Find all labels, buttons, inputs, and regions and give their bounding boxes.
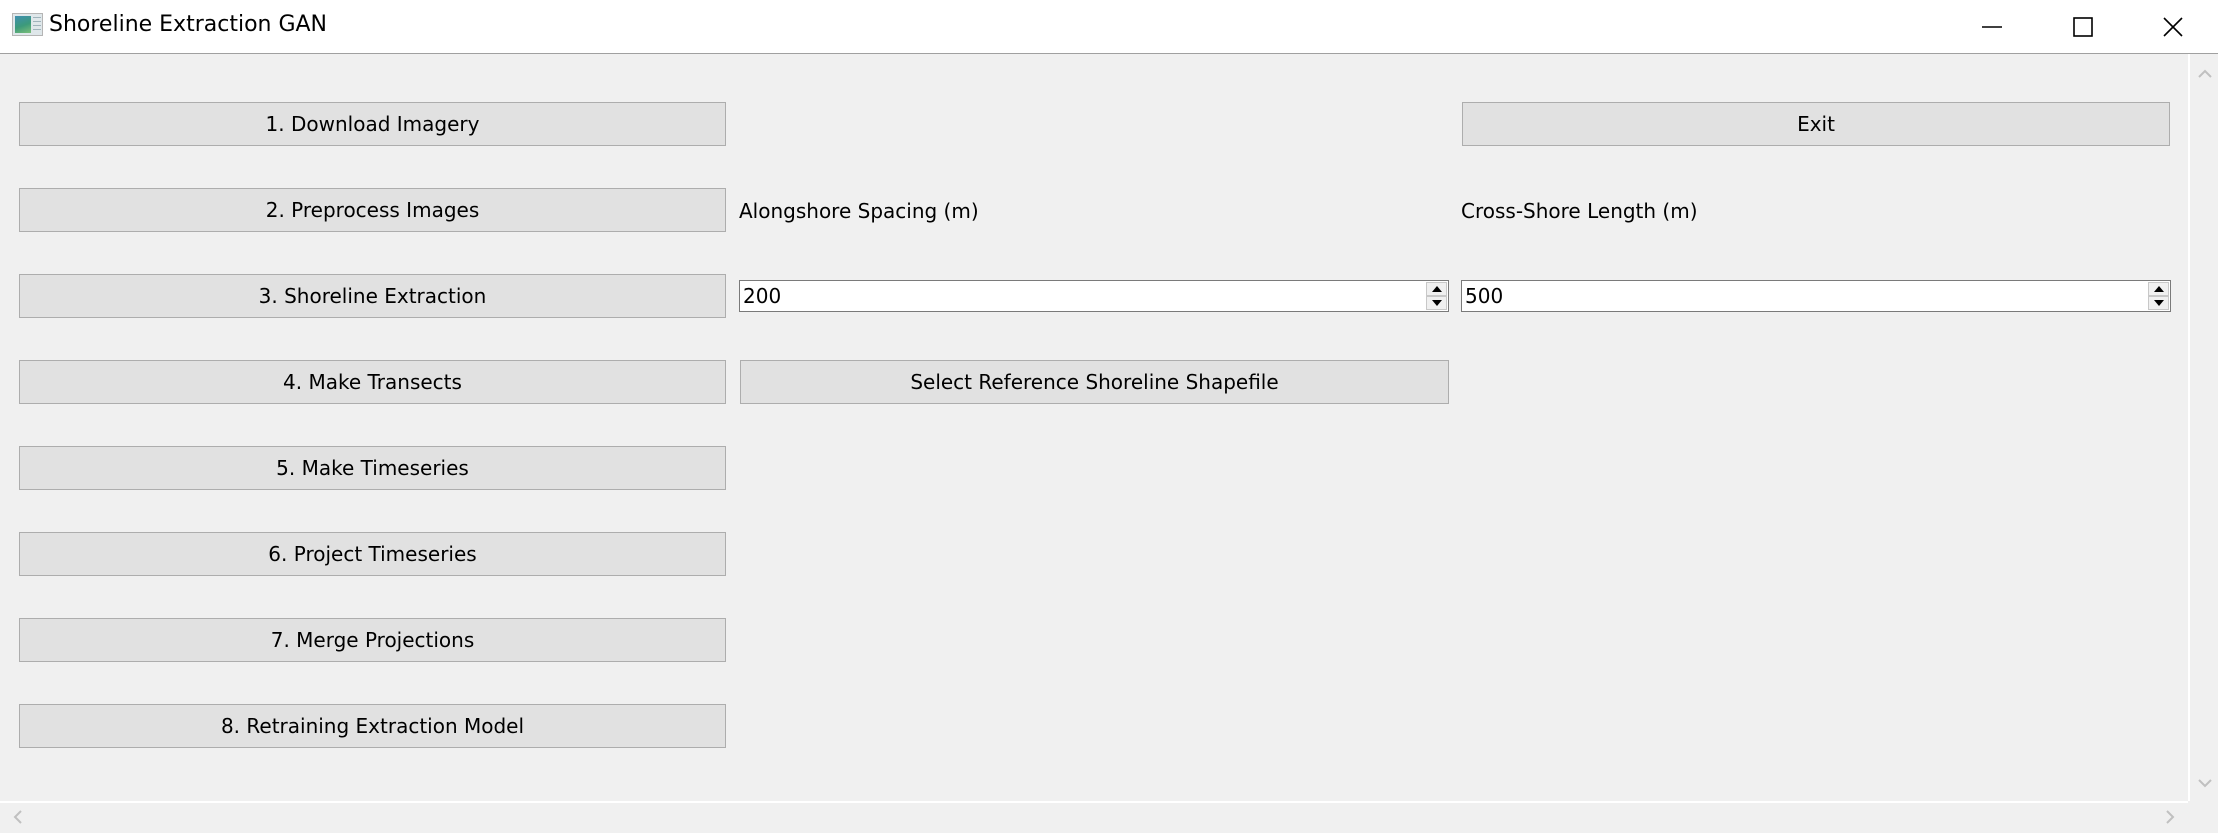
- cross-shore-length-value[interactable]: 500: [1465, 281, 1503, 311]
- minimize-icon: [1982, 25, 2002, 28]
- project-timeseries-button[interactable]: 6. Project Timeseries: [19, 532, 726, 576]
- alongshore-decrement-button[interactable]: [1426, 296, 1447, 310]
- cross-shore-length-label: Cross-Shore Length (m): [1461, 199, 1698, 223]
- minimize-button[interactable]: [1947, 0, 2037, 53]
- download-imagery-button[interactable]: 1. Download Imagery: [19, 102, 726, 146]
- make-timeseries-button[interactable]: 5. Make Timeseries: [19, 446, 726, 490]
- app-window-icon: [12, 13, 43, 36]
- chevron-up-icon: [2198, 69, 2212, 78]
- close-button[interactable]: [2128, 0, 2218, 53]
- title-bar: Shoreline Extraction GAN: [0, 0, 2218, 54]
- arrow-up-icon: [2153, 286, 2164, 292]
- scroll-right-button[interactable]: [2160, 807, 2180, 827]
- alongshore-spin-buttons: [1426, 282, 1447, 310]
- scroll-left-button[interactable]: [8, 807, 28, 827]
- make-transects-button[interactable]: 4. Make Transects: [19, 360, 726, 404]
- alongshore-spacing-label: Alongshore Spacing (m): [739, 199, 979, 223]
- scroll-up-button[interactable]: [2195, 64, 2215, 84]
- crossshore-decrement-button[interactable]: [2148, 296, 2169, 310]
- alongshore-spacing-value[interactable]: 200: [743, 281, 781, 311]
- cross-shore-length-spinbox[interactable]: 500: [1461, 280, 2171, 312]
- arrow-up-icon: [1431, 286, 1442, 292]
- app-icon-pane: [15, 16, 31, 33]
- crossshore-spin-buttons: [2148, 282, 2169, 310]
- select-reference-shoreline-button[interactable]: Select Reference Shoreline Shapefile: [740, 360, 1449, 404]
- arrow-down-icon: [2153, 300, 2164, 306]
- window-title: Shoreline Extraction GAN: [49, 12, 328, 37]
- chevron-right-icon: [2166, 810, 2175, 824]
- scroll-down-button[interactable]: [2195, 773, 2215, 793]
- retraining-extraction-model-button[interactable]: 8. Retraining Extraction Model: [19, 704, 726, 748]
- chevron-down-icon: [2198, 779, 2212, 788]
- vertical-scrollbar[interactable]: [2188, 54, 2218, 801]
- maximize-icon: [2073, 16, 2093, 37]
- preprocess-images-button[interactable]: 2. Preprocess Images: [19, 188, 726, 232]
- app-icon-lines: [33, 17, 41, 32]
- shoreline-extraction-button[interactable]: 3. Shoreline Extraction: [19, 274, 726, 318]
- exit-button[interactable]: Exit: [1462, 102, 2170, 146]
- arrow-down-icon: [1431, 300, 1442, 306]
- alongshore-increment-button[interactable]: [1426, 282, 1447, 296]
- crossshore-increment-button[interactable]: [2148, 282, 2169, 296]
- horizontal-scrollbar[interactable]: [0, 801, 2188, 833]
- merge-projections-button[interactable]: 7. Merge Projections: [19, 618, 726, 662]
- maximize-button[interactable]: [2038, 0, 2128, 53]
- scrollbar-corner: [2188, 801, 2218, 833]
- alongshore-spacing-spinbox[interactable]: 200: [739, 280, 1449, 312]
- chevron-left-icon: [13, 810, 22, 824]
- close-icon: [2163, 16, 2183, 37]
